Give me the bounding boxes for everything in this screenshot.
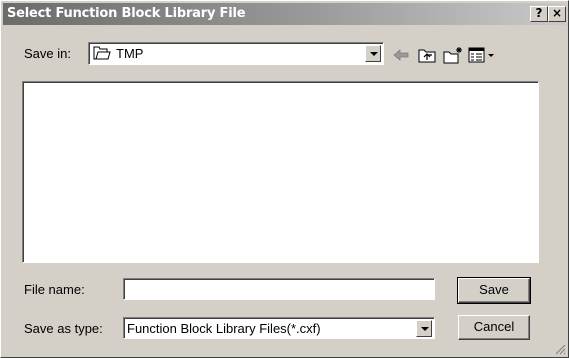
view-menu-icon[interactable]	[467, 45, 497, 65]
up-folder-icon[interactable]	[416, 45, 438, 65]
file-name-input[interactable]	[123, 278, 435, 300]
help-button[interactable]: ?	[530, 6, 548, 22]
file-list[interactable]	[22, 81, 539, 263]
back-arrow-icon[interactable]	[390, 45, 412, 65]
new-folder-icon[interactable]	[442, 45, 464, 65]
resize-grip-icon[interactable]	[554, 343, 566, 355]
save-dialog: Select Function Block Library File ? × S…	[0, 0, 569, 358]
window-title: Select Function Block Library File	[7, 6, 246, 21]
cancel-button[interactable]: Cancel	[458, 315, 530, 340]
file-name-label: File name:	[24, 282, 85, 297]
save-in-label: Save in:	[24, 46, 71, 61]
save-in-dropdown-button[interactable]	[365, 45, 381, 62]
save-as-type-label: Save as type:	[24, 321, 103, 336]
save-in-value: TMP	[116, 46, 144, 61]
save-as-type-dropdown-button[interactable]	[416, 320, 432, 337]
save-as-type-value: Function Block Library Files(*.cxf)	[127, 321, 321, 336]
title-bar[interactable]: Select Function Block Library File ? ×	[3, 3, 566, 25]
save-button[interactable]: Save	[457, 277, 531, 304]
save-as-type-combobox[interactable]: Function Block Library Files(*.cxf)	[123, 317, 435, 339]
close-button[interactable]: ×	[548, 6, 566, 22]
save-in-combobox[interactable]: TMP	[88, 42, 384, 65]
folder-icon	[93, 46, 111, 60]
